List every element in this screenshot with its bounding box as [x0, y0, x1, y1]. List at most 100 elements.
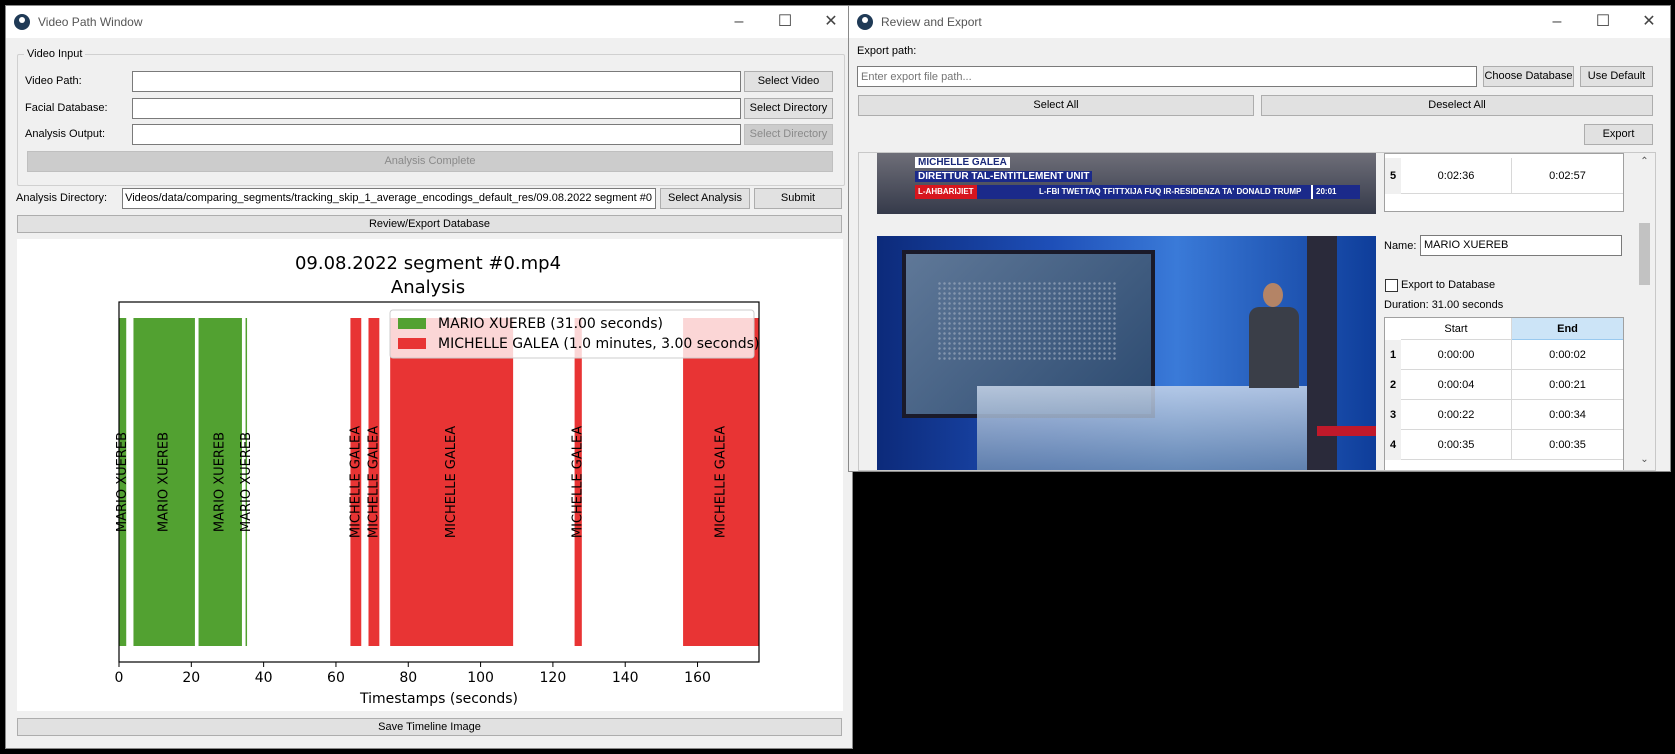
x-tick-label: 160 — [684, 670, 711, 686]
legend-swatch-mario — [398, 318, 426, 329]
row-end[interactable]: 0:00:35 — [1512, 430, 1623, 460]
duration-text: Duration: 31.00 seconds — [1384, 299, 1504, 311]
legend-label-mario: MARIO XUEREB (31.00 seconds) — [438, 316, 663, 332]
export-path-label: Export path: — [857, 45, 917, 57]
export-path-input[interactable] — [857, 66, 1477, 87]
legend-swatch-michelle — [398, 338, 426, 349]
app-icon — [14, 14, 30, 30]
name-input[interactable]: MARIO XUEREB — [1420, 235, 1622, 256]
x-axis-label: Timestamps (seconds) — [359, 691, 518, 707]
app-icon — [857, 14, 873, 30]
title-bar: Video Path Window – ☐ ✕ — [6, 6, 852, 38]
row-start[interactable]: 0:02:36 — [1401, 158, 1512, 194]
analysis-output-input[interactable] — [132, 124, 741, 145]
bar-label: MICHELLE GALEA — [714, 426, 729, 538]
row-end[interactable]: 0:00:02 — [1512, 340, 1623, 370]
facial-database-input[interactable] — [132, 98, 741, 119]
row-end[interactable]: 0:00:21 — [1512, 370, 1623, 400]
select-video-button[interactable]: Select Video — [744, 71, 833, 92]
col-header-end[interactable]: End — [1512, 318, 1623, 340]
caption-name: MICHELLE GALEA — [915, 157, 1010, 168]
bar-label: MICHELLE GALEA — [444, 426, 459, 538]
row-start[interactable]: 0:00:00 — [1401, 340, 1512, 370]
ticks-layer: 0 20 40 60 80 100 120 140 160 — [115, 662, 711, 686]
scroll-down-icon[interactable]: ⌄ — [1636, 451, 1653, 468]
entries-scroll-area: MICHELLE GALEA DIRETTUR TAL-ENTITLEMENT … — [858, 152, 1656, 471]
analysis-complete-button[interactable]: Analysis Complete — [27, 151, 833, 172]
x-tick-label: 20 — [182, 670, 200, 686]
scroll-thumb[interactable] — [1639, 223, 1650, 285]
deselect-all-button[interactable]: Deselect All — [1261, 95, 1653, 116]
row-start[interactable]: 0:00:04 — [1401, 370, 1512, 400]
timeline-chart-svg: 09.08.2022 segment #0.mp4 Analysis MARIO… — [115, 253, 760, 707]
caption-tag: L-AHBARIJIET — [915, 185, 977, 199]
select-output-directory-button[interactable]: Select Directory — [744, 124, 833, 145]
bar-label: MICHELLE GALEA — [366, 426, 381, 538]
bar-label: MICHELLE GALEA — [348, 426, 363, 538]
row-start[interactable]: 0:00:22 — [1401, 400, 1512, 430]
chart-subtitle: Analysis — [391, 277, 465, 298]
maximize-icon[interactable]: ☐ — [1580, 6, 1626, 38]
prev-table: 5 0:02:36 0:02:57 — [1384, 153, 1624, 212]
legend: MARIO XUEREB (31.00 seconds) MICHELLE GA… — [389, 309, 759, 359]
review-export-button[interactable]: Review/Export Database — [17, 215, 842, 233]
caption-ticker: L-FBI TWETTAQ TFITTXIJA FUQ IR-RESIDENZA… — [1039, 187, 1302, 196]
select-all-button[interactable]: Select All — [858, 95, 1254, 116]
studio-desk — [977, 386, 1317, 470]
video-path-input[interactable] — [132, 71, 741, 92]
vertical-scrollbar[interactable]: ⌃ ⌄ — [1636, 153, 1653, 468]
world-map — [937, 281, 1117, 361]
analysis-directory-input[interactable]: Videos/data/comparing_segments/tracking_… — [122, 188, 656, 209]
video-path-window: Video Path Window – ☐ ✕ Video Input Vide… — [5, 5, 853, 749]
review-export-window: Review and Export – ☐ ✕ Export path: Cho… — [848, 5, 1671, 472]
export-checkbox[interactable] — [1385, 279, 1398, 292]
row-end[interactable]: 0:00:34 — [1512, 400, 1623, 430]
save-timeline-button[interactable]: Save Timeline Image — [17, 718, 842, 736]
maximize-icon[interactable]: ☐ — [762, 6, 808, 38]
minimize-icon[interactable]: – — [716, 6, 762, 38]
select-analysis-button[interactable]: Select Analysis — [660, 188, 750, 209]
segments-table: Start End 1 0:00:00 0:00:02 2 0:00:04 0:00:21… — [1384, 317, 1624, 470]
presenter — [1249, 283, 1299, 388]
x-tick-label: 0 — [115, 670, 124, 686]
col-header-start[interactable]: Start — [1401, 318, 1512, 340]
bar-label: MARIO XUEREB — [239, 432, 254, 532]
name-label: Name: — [1384, 240, 1417, 252]
facial-database-label: Facial Database: — [25, 102, 108, 114]
caption-time: 20:01 — [1311, 185, 1340, 199]
scroll-up-icon[interactable]: ⌃ — [1636, 153, 1653, 170]
chart-title: 09.08.2022 segment #0.mp4 — [295, 253, 561, 274]
row-index: 5 — [1385, 158, 1401, 194]
bar-label: MARIO XUEREB — [115, 432, 130, 532]
legend-label-michelle: MICHELLE GALEA (1.0 minutes, 3.00 second… — [438, 336, 759, 352]
entry-thumbnail-prev: MICHELLE GALEA DIRETTUR TAL-ENTITLEMENT … — [877, 153, 1376, 214]
submit-button[interactable]: Submit — [754, 188, 842, 209]
title-bar: Review and Export – ☐ ✕ — [849, 6, 1670, 38]
select-directory-button[interactable]: Select Directory — [744, 98, 833, 119]
x-tick-label: 40 — [255, 670, 273, 686]
row-index: 3 — [1385, 400, 1401, 430]
row-index: 1 — [1385, 340, 1401, 370]
entry-thumbnail — [877, 236, 1376, 470]
bars-layer: MARIO XUEREB MARIO XUEREB MARIO XUEREB MARI… — [115, 318, 759, 646]
studio-floor-stripe — [1317, 426, 1376, 436]
bar-label: MARIO XUEREB — [157, 432, 172, 532]
analysis-directory-label: Analysis Directory: — [16, 192, 108, 204]
window-title: Review and Export — [881, 15, 982, 29]
timeline-chart: 09.08.2022 segment #0.mp4 Analysis MARIO… — [17, 239, 843, 711]
row-end[interactable]: 0:02:57 — [1512, 158, 1623, 194]
bar-label: MICHELLE GALEA — [571, 426, 586, 538]
close-icon[interactable]: ✕ — [1626, 6, 1672, 38]
use-default-button[interactable]: Use Default — [1580, 66, 1653, 87]
video-path-label: Video Path: — [25, 75, 82, 87]
choose-database-button[interactable]: Choose Database — [1483, 66, 1574, 87]
minimize-icon[interactable]: – — [1534, 6, 1580, 38]
x-tick-label: 120 — [540, 670, 567, 686]
x-tick-label: 80 — [399, 670, 417, 686]
row-start[interactable]: 0:00:35 — [1401, 430, 1512, 460]
export-button[interactable]: Export — [1584, 124, 1653, 145]
export-checkbox-label: Export to Database — [1401, 279, 1496, 291]
window-title: Video Path Window — [38, 15, 143, 29]
group-title: Video Input — [24, 48, 86, 60]
x-tick-label: 100 — [467, 670, 494, 686]
